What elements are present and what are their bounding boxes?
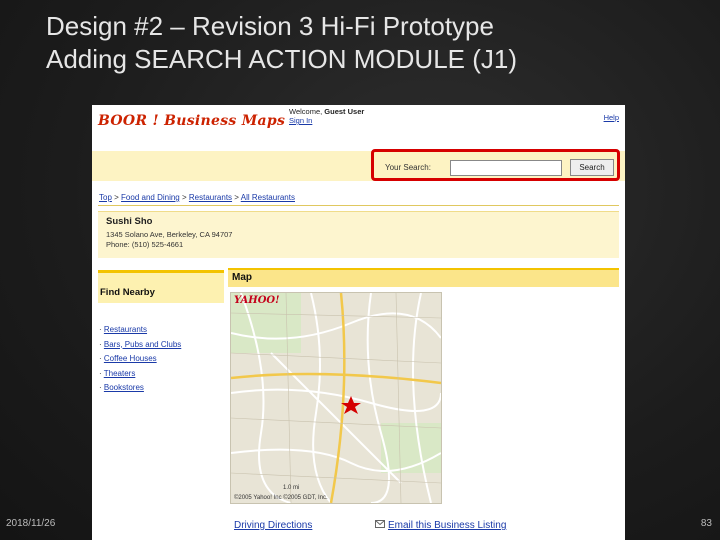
- map-title: Map: [232, 272, 252, 283]
- map-streets: [231, 293, 441, 503]
- find-nearby-list: · Restaurants · Bars, Pubs and Clubs · C…: [99, 323, 181, 396]
- breadcrumb-separator: >: [182, 193, 187, 202]
- welcome-user: Guest User: [324, 107, 365, 116]
- business-phone: Phone: (510) 525-4661: [106, 240, 184, 249]
- map-scale: 1.0 mi: [283, 485, 300, 491]
- nearby-restaurants-link[interactable]: Restaurants: [104, 325, 147, 334]
- map-header: Map: [228, 268, 619, 287]
- embedded-screenshot: BOOR ! Business Maps Welcome, Guest User…: [92, 105, 625, 540]
- email-listing-link[interactable]: Email this Business Listing: [388, 520, 506, 531]
- breadcrumb: Top > Food and Dining > Restaurants > Al…: [99, 193, 295, 202]
- map-area[interactable]: YAHOO! 1.0 mi ©2005 Yahoo! Inc ©2005 GDT…: [230, 292, 442, 504]
- breadcrumb-food-dining[interactable]: Food and Dining: [121, 193, 180, 202]
- nearby-coffee-link[interactable]: Coffee Houses: [104, 354, 157, 363]
- sign-in-link[interactable]: Sign In: [289, 116, 312, 125]
- breadcrumb-separator: >: [114, 193, 119, 202]
- app-logo[interactable]: BOOR ! Business Maps: [98, 113, 285, 129]
- map-copyright: ©2005 Yahoo! Inc ©2005 GDT, Inc.: [234, 495, 328, 501]
- list-item: · Restaurants: [99, 325, 148, 334]
- welcome-prefix: Welcome,: [289, 107, 325, 116]
- nearby-bars-link[interactable]: Bars, Pubs and Clubs: [104, 340, 181, 349]
- slide-title-line-1: Design #2 – Revision 3 Hi-Fi Prototype: [46, 11, 494, 41]
- find-nearby-title: Find Nearby: [100, 287, 155, 298]
- list-item: · Theaters: [99, 368, 136, 378]
- help-link[interactable]: Help: [604, 113, 619, 122]
- business-address: 1345 Solano Ave, Berkeley, CA 94707: [106, 230, 233, 239]
- driving-directions-link[interactable]: Driving Directions: [234, 520, 312, 531]
- divider: [98, 205, 619, 206]
- find-nearby-header: Find Nearby: [98, 270, 224, 303]
- breadcrumb-restaurants[interactable]: Restaurants: [189, 193, 232, 202]
- list-item: · Bars, Pubs and Clubs: [99, 339, 182, 349]
- slide-title-line-2: Adding SEARCH ACTION MODULE (J1): [46, 44, 518, 74]
- breadcrumb-all-restaurants[interactable]: All Restaurants: [241, 193, 295, 202]
- search-highlight-annotation: [371, 149, 620, 181]
- slide-date: 2018/11/26: [6, 518, 56, 529]
- nearby-theaters-link[interactable]: Theaters: [104, 369, 136, 378]
- slide-title: Design #2 – Revision 3 Hi-Fi Prototype A…: [46, 10, 517, 76]
- list-item: · Bookstores: [99, 383, 144, 392]
- slide-page-number: 83: [700, 518, 712, 529]
- breadcrumb-top[interactable]: Top: [99, 193, 112, 202]
- business-info-box: Sushi Sho 1345 Solano Ave, Berkeley, CA …: [98, 211, 619, 258]
- nearby-bookstores-link[interactable]: Bookstores: [104, 383, 144, 392]
- business-name: Sushi Sho: [106, 216, 153, 227]
- list-item: · Coffee Houses: [99, 354, 157, 363]
- email-icon: [375, 520, 385, 528]
- yahoo-logo: YAHOO!: [234, 295, 280, 306]
- breadcrumb-separator: >: [234, 193, 239, 202]
- welcome-text: Welcome, Guest User: [289, 107, 364, 116]
